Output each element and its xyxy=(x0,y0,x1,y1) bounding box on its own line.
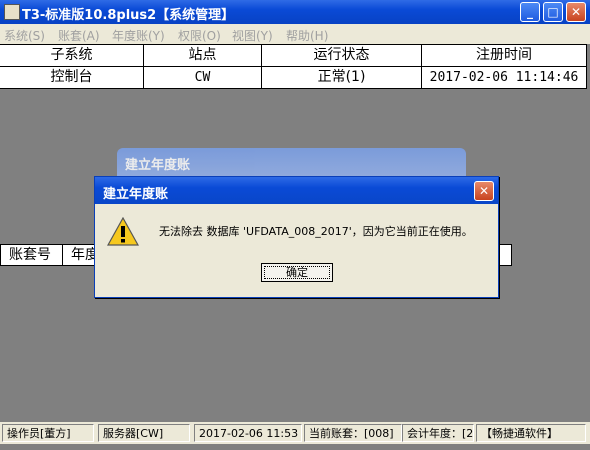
cell-status: 正常(1) xyxy=(262,67,422,88)
error-dialog: 建立年度账 ✕ 无法除去 数据库 'UFDATA_008_2017'，因为它当前… xyxy=(94,176,499,298)
status-brand: 【畅捷通软件】 xyxy=(476,424,586,442)
menu-bar: 系统(S) 账套(A) 年度账(Y) 权限(O) 视图(Y) 帮助(H) xyxy=(0,24,590,44)
ok-button[interactable]: 确定 xyxy=(261,263,333,282)
subsystem-table: 子系统 站点 运行状态 注册时间 控制台 CW 正常(1) 2017-02-06… xyxy=(0,44,587,89)
menu-account-set[interactable]: 账套(A) xyxy=(58,27,100,44)
status-account-set: 当前账套：[008] xyxy=(304,424,402,442)
menu-annual-account[interactable]: 年度账(Y) xyxy=(112,27,165,44)
header-site[interactable]: 站点 xyxy=(144,45,262,66)
menu-view[interactable]: 视图(Y) xyxy=(232,27,273,44)
status-operator: 操作员[董方] xyxy=(2,424,94,442)
window-title: T3-标准版10.8plus2【系统管理】 xyxy=(22,8,235,23)
cell-site: CW xyxy=(144,67,262,88)
app-icon xyxy=(4,4,20,20)
menu-help[interactable]: 帮助(H) xyxy=(286,27,328,44)
background-dialog-title: 建立年度账 xyxy=(125,158,191,173)
header-status[interactable]: 运行状态 xyxy=(262,45,422,66)
error-dialog-title: 建立年度账 xyxy=(103,187,169,202)
error-message: 无法除去 数据库 'UFDATA_008_2017'，因为它当前正在使用。 xyxy=(159,225,473,238)
status-server: 服务器[CW] xyxy=(98,424,190,442)
header-subsystem[interactable]: 子系统 xyxy=(0,45,144,66)
table-header-row: 子系统 站点 运行状态 注册时间 xyxy=(0,45,586,66)
maximize-button[interactable]: □ xyxy=(543,2,563,22)
cell-subsystem: 控制台 xyxy=(0,67,144,88)
close-button[interactable]: ✕ xyxy=(566,2,586,22)
minimize-button[interactable]: _ xyxy=(520,2,540,22)
header-register-time[interactable]: 注册时间 xyxy=(422,45,586,66)
error-dialog-titlebar[interactable]: 建立年度账 ✕ xyxy=(95,177,498,204)
cell-register-time: 2017-02-06 11:14:46 xyxy=(429,70,579,85)
status-datetime: 2017-02-06 11:53 xyxy=(194,424,302,442)
warning-icon xyxy=(107,217,139,246)
dialog-close-button[interactable]: ✕ xyxy=(474,181,494,201)
main-window-titlebar[interactable]: T3-标准版10.8plus2【系统管理】 _ □ ✕ xyxy=(0,0,590,24)
menu-permissions[interactable]: 权限(O) xyxy=(178,27,221,44)
grid-header-account-no: 账套号 xyxy=(1,245,63,265)
table-row[interactable]: 控制台 CW 正常(1) 2017-02-06 11:14:46 xyxy=(0,66,586,88)
menu-system[interactable]: 系统(S) xyxy=(4,27,45,44)
status-bar: 操作员[董方] 服务器[CW] 2017-02-06 11:53 当前账套：[0… xyxy=(0,422,590,444)
status-fiscal-year: 会计年度：[2 xyxy=(402,424,474,442)
